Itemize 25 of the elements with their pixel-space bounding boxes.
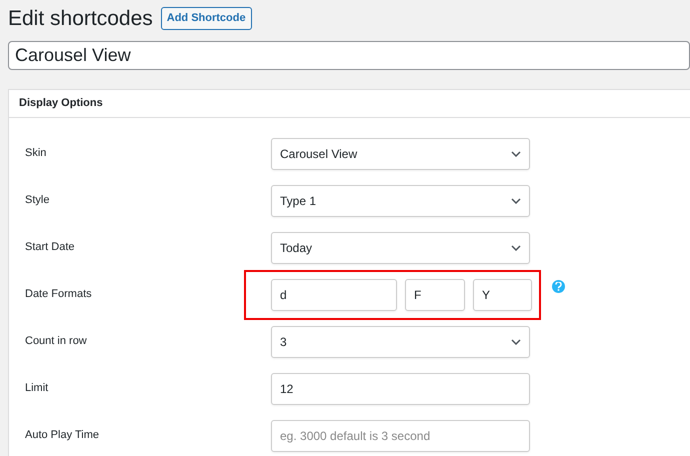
field-label: Count in row [24,334,88,350]
input-field[interactable]: Y [473,278,532,311]
select-field[interactable]: 3 [271,326,530,358]
field-label: Skin [24,146,48,162]
field-label: Auto Play Time [24,428,100,444]
chevron-down-icon [511,244,521,251]
field-label: Limit [24,381,50,396]
input-field[interactable]: eg. 3000 default is 3 second [271,420,530,452]
select-field[interactable]: Carousel View [271,138,530,170]
input-field[interactable]: d [271,278,397,311]
field-label: Style [24,193,50,208]
chevron-down-icon [511,150,521,157]
title-field[interactable]: Carousel View [8,41,690,70]
field-label: Date Formats [24,287,93,302]
chevron-down-icon [511,198,521,204]
add-shortcode-button[interactable]: Add Shortcode [160,7,252,30]
input-field[interactable]: F [405,278,465,311]
page-title: Edit shortcodes [8,6,153,32]
select-field[interactable]: Today [271,232,530,264]
input-field[interactable]: 12 [271,372,530,405]
chevron-down-icon [511,338,521,345]
select-field[interactable]: Type 1 [271,184,530,217]
panel-title: Display Options [9,90,690,118]
field-label: Start Date [24,240,76,256]
help-icon[interactable] [552,280,565,294]
